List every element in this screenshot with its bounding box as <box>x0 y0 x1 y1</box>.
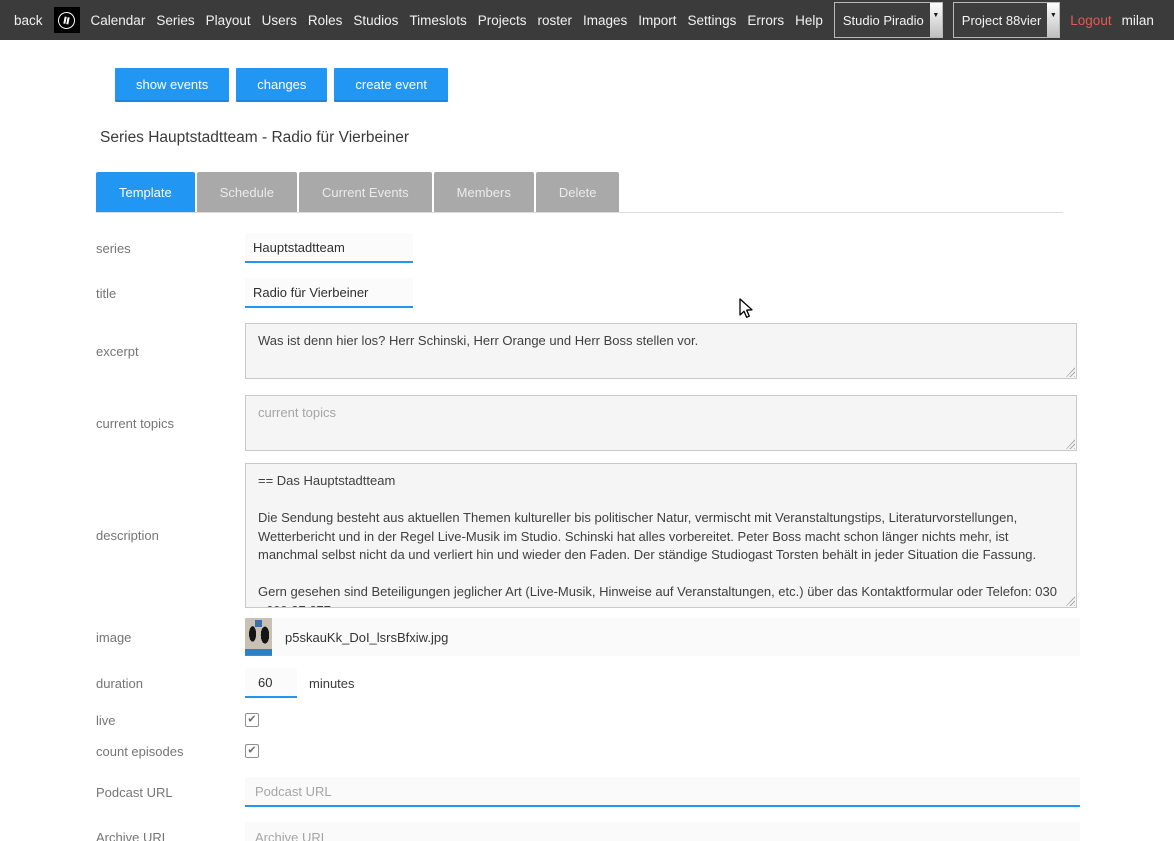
tab-current-events[interactable]: Current Events <box>299 172 432 212</box>
tab-members[interactable]: Members <box>434 172 534 212</box>
back-link[interactable]: back <box>14 13 43 28</box>
nav-item-roster[interactable]: roster <box>537 13 572 28</box>
excerpt-textarea[interactable]: Was ist denn hier los? Herr Schinski, He… <box>245 323 1077 379</box>
nav-item-timeslots[interactable]: Timeslots <box>409 13 466 28</box>
logout-link[interactable]: Logout <box>1070 13 1111 28</box>
series-label: series <box>96 241 245 256</box>
main-content: show events changes create event Series … <box>0 40 1174 841</box>
checkmark-icon: ✔ <box>247 745 256 756</box>
nav-item-roles[interactable]: Roles <box>308 13 343 28</box>
page-title: Series Hauptstadtteam - Radio für Vierbe… <box>100 129 1174 147</box>
live-label: live <box>96 713 245 728</box>
duration-label: duration <box>96 676 245 691</box>
excerpt-label: excerpt <box>96 344 245 359</box>
project-select[interactable]: Project 88vier ▼ <box>953 2 1060 38</box>
changes-button[interactable]: changes <box>236 68 327 102</box>
nav-item-settings[interactable]: Settings <box>688 13 737 28</box>
series-input[interactable] <box>245 233 413 263</box>
nav-item-playout[interactable]: Playout <box>206 13 251 28</box>
checkmark-icon: ✔ <box>247 714 256 725</box>
archive-url-input[interactable] <box>245 822 1080 841</box>
description-label: description <box>96 528 245 543</box>
top-nav: back Calendar Series Playout Users Roles… <box>0 0 1174 40</box>
current-topics-label: current topics <box>96 416 245 431</box>
create-event-button[interactable]: create event <box>334 68 448 102</box>
nav-item-images[interactable]: Images <box>583 13 627 28</box>
current-topics-row: current topics <box>96 395 1174 451</box>
count-episodes-checkbox[interactable]: ✔ <box>245 744 259 758</box>
image-field: p5skauKk_DoI_lsrsBfxiw.jpg <box>245 618 1080 656</box>
studio-select-value: Studio Piradio <box>835 3 930 37</box>
dropdown-arrow-icon: ▼ <box>1047 3 1059 37</box>
dropdown-arrow-icon: ▼ <box>930 3 942 37</box>
nav-item-series[interactable]: Series <box>156 13 194 28</box>
piradio-logo-icon[interactable] <box>54 7 80 33</box>
count-episodes-label: count episodes <box>96 744 245 759</box>
archive-url-label: Archive URL <box>96 830 245 841</box>
excerpt-row: excerpt Was ist denn hier los? Herr Schi… <box>96 323 1174 379</box>
archive-url-row: Archive URL <box>96 822 1174 841</box>
live-row: live ✔ <box>96 712 1174 728</box>
image-row: image p5skauKk_DoI_lsrsBfxiw.jpg <box>96 618 1174 656</box>
username: milan <box>1122 13 1154 28</box>
nav-item-errors[interactable]: Errors <box>747 13 784 28</box>
image-thumbnail[interactable] <box>245 618 272 656</box>
description-row: description == Das Hauptstadtteam Die Se… <box>96 463 1174 608</box>
podcast-url-input[interactable] <box>245 777 1080 807</box>
duration-suffix: minutes <box>309 676 355 691</box>
template-form: series title excerpt Was ist denn hier l… <box>96 233 1174 841</box>
title-input[interactable] <box>245 278 413 308</box>
nav-right-group: Studio Piradio ▼ Project 88vier ▼ Logout… <box>834 2 1154 38</box>
nav-item-projects[interactable]: Projects <box>478 13 527 28</box>
tab-template[interactable]: Template <box>96 172 195 212</box>
series-row: series <box>96 233 1174 263</box>
description-textarea[interactable]: == Das Hauptstadtteam Die Sendung besteh… <box>245 463 1077 608</box>
title-label: title <box>96 286 245 301</box>
toolbar: show events changes create event <box>115 68 1174 102</box>
project-select-value: Project 88vier <box>954 3 1047 37</box>
nav-item-help[interactable]: Help <box>795 13 823 28</box>
live-checkbox[interactable]: ✔ <box>245 713 259 727</box>
podcast-url-label: Podcast URL <box>96 785 245 800</box>
tab-delete[interactable]: Delete <box>536 172 620 212</box>
duration-input[interactable] <box>245 668 297 698</box>
nav-item-studios[interactable]: Studios <box>353 13 398 28</box>
nav-item-import[interactable]: Import <box>638 13 676 28</box>
tab-schedule[interactable]: Schedule <box>197 172 297 212</box>
image-label: image <box>96 630 245 645</box>
tab-bar: Template Schedule Current Events Members… <box>96 172 1063 213</box>
image-filename: p5skauKk_DoI_lsrsBfxiw.jpg <box>285 630 448 645</box>
logo-circle <box>56 10 76 30</box>
current-topics-textarea[interactable] <box>245 395 1077 451</box>
duration-row: duration minutes <box>96 668 1174 698</box>
nav-item-calendar[interactable]: Calendar <box>91 13 146 28</box>
count-episodes-row: count episodes ✔ <box>96 743 1174 759</box>
title-row: title <box>96 278 1174 308</box>
podcast-url-row: Podcast URL <box>96 777 1174 807</box>
nav-item-users[interactable]: Users <box>262 13 297 28</box>
show-events-button[interactable]: show events <box>115 68 229 102</box>
studio-select[interactable]: Studio Piradio ▼ <box>834 2 943 38</box>
